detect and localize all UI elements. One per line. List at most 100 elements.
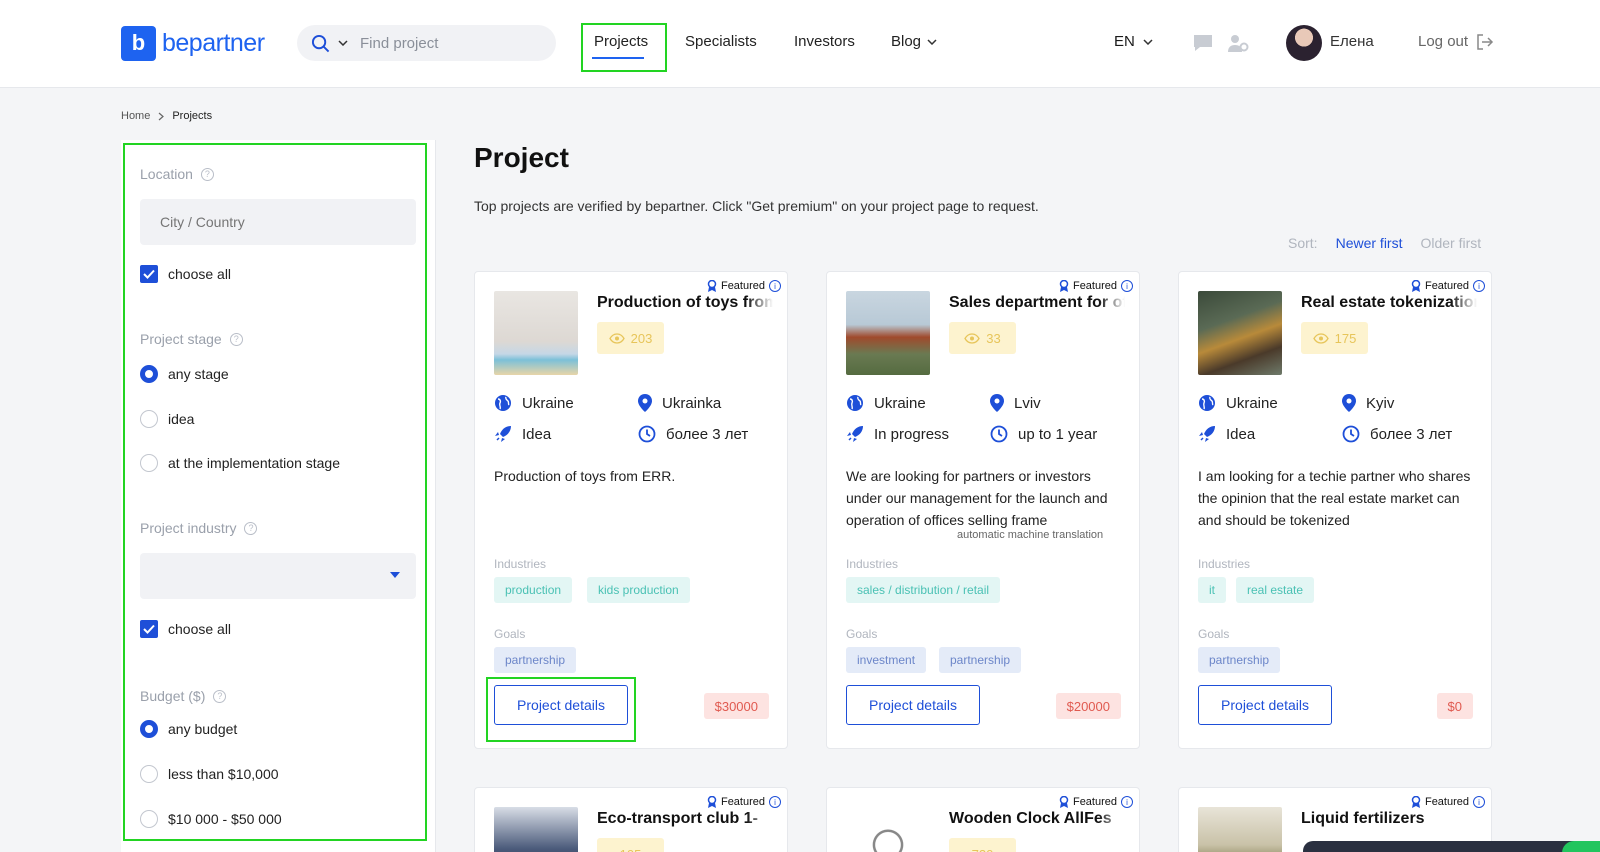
- project-thumbnail[interactable]: [1198, 291, 1282, 375]
- user-name[interactable]: Елена: [1330, 33, 1374, 50]
- bepartner-logo[interactable]: b bepartner: [121, 25, 265, 61]
- checkbox-checked-icon: [140, 620, 158, 638]
- featured-label: Featured: [1072, 280, 1117, 292]
- industries-label: Industries: [494, 557, 547, 571]
- duration-value: более 3 лет: [666, 425, 749, 443]
- nav-investors[interactable]: Investors: [794, 33, 855, 50]
- globe-icon: [847, 395, 863, 411]
- project-card[interactable]: Featured i Eco-transport club 1- 105: [474, 787, 788, 852]
- featured-badge: Featured i: [1059, 280, 1133, 292]
- help-icon[interactable]: ?: [213, 689, 227, 703]
- budget-option-10000-50000[interactable]: $10 000 - $50 000: [140, 810, 282, 828]
- stage-option-label: at the implementation stage: [168, 455, 340, 471]
- goal-tag[interactable]: partnership: [1198, 647, 1281, 673]
- project-thumbnail[interactable]: [1198, 807, 1282, 852]
- award-ribbon-icon: [1059, 280, 1069, 292]
- help-icon[interactable]: ?: [244, 521, 258, 535]
- view-count-value: 720: [972, 847, 994, 852]
- help-icon[interactable]: ?: [229, 332, 243, 346]
- info-icon[interactable]: i: [1473, 796, 1485, 808]
- project-thumbnail[interactable]: [494, 807, 578, 852]
- project-card[interactable]: Featured i Real estate tokenization 175 …: [1178, 271, 1492, 749]
- project-title[interactable]: Eco-transport club 1-: [597, 810, 773, 828]
- search-type-chevron-down-icon[interactable]: [338, 40, 348, 46]
- city-value: Ukrainka: [662, 394, 722, 412]
- industry-tag[interactable]: production: [494, 577, 573, 603]
- project-details-highlight: [486, 677, 636, 742]
- featured-badge: Featured i: [707, 280, 781, 292]
- info-icon[interactable]: i: [1473, 280, 1485, 292]
- sort-older-first[interactable]: Older first: [1420, 235, 1481, 251]
- goals-label: Goals: [846, 627, 878, 641]
- user-settings-icon[interactable]: [1227, 33, 1249, 53]
- nav-projects[interactable]: Projects: [594, 33, 648, 50]
- view-count: 203: [597, 322, 664, 354]
- sort-label: Sort:: [1288, 235, 1318, 251]
- map-pin-icon: [990, 394, 1004, 412]
- project-title[interactable]: Sales department for offices: [949, 294, 1125, 312]
- goal-tag[interactable]: partnership: [939, 647, 1022, 673]
- chat-widget[interactable]: [1303, 841, 1600, 852]
- help-icon[interactable]: ?: [200, 167, 214, 181]
- duration-meta: up to 1 year: [990, 425, 1097, 443]
- project-title[interactable]: Real estate tokenization: [1301, 294, 1477, 312]
- industry-filter-label: Project industry ?: [140, 520, 258, 536]
- industry-tag[interactable]: sales / distribution / retail: [846, 577, 1001, 603]
- eye-icon: [1312, 332, 1329, 344]
- industry-choose-all-checkbox[interactable]: choose all: [140, 620, 231, 638]
- stage-meta: In progress: [846, 425, 949, 443]
- info-icon[interactable]: i: [769, 796, 781, 808]
- map-pin-icon: [1342, 394, 1356, 412]
- budget-option-any[interactable]: any budget: [140, 720, 237, 738]
- messages-icon[interactable]: [1192, 33, 1214, 53]
- stage-option-idea[interactable]: idea: [140, 410, 194, 428]
- industry-tag[interactable]: real estate: [1236, 577, 1315, 603]
- view-count: 175: [1301, 322, 1368, 354]
- search-icon[interactable]: [311, 34, 330, 53]
- sort-newer-first[interactable]: Newer first: [1336, 235, 1403, 251]
- view-count: 105: [597, 838, 664, 852]
- project-details-button[interactable]: Project details: [1198, 685, 1332, 725]
- location-input[interactable]: [140, 199, 416, 245]
- location-choose-all-checkbox[interactable]: choose all: [140, 265, 231, 283]
- budget-option-under-10000[interactable]: less than $10,000: [140, 765, 279, 783]
- project-thumbnail[interactable]: [846, 807, 930, 852]
- checkbox-checked-icon: [140, 265, 158, 283]
- stage-option-any[interactable]: any stage: [140, 365, 229, 383]
- industry-tag[interactable]: kids production: [587, 577, 690, 603]
- language-selector[interactable]: EN: [1114, 33, 1153, 50]
- project-card[interactable]: Featured i Wooden Clock AllFes 720: [826, 787, 1140, 852]
- city-meta: Kyiv: [1342, 394, 1394, 412]
- goal-tag[interactable]: partnership: [494, 647, 577, 673]
- project-details-button[interactable]: Project details: [846, 685, 980, 725]
- award-ribbon-icon: [1059, 796, 1069, 808]
- user-avatar[interactable]: [1286, 25, 1322, 61]
- nav-specialists[interactable]: Specialists: [685, 33, 757, 50]
- breadcrumb-home[interactable]: Home: [121, 110, 150, 122]
- project-title[interactable]: Wooden Clock AllFes: [949, 810, 1125, 828]
- industry-tag[interactable]: it: [1198, 577, 1226, 603]
- project-title[interactable]: Production of toys from ERR: [597, 294, 773, 312]
- goal-tag[interactable]: investment: [846, 647, 927, 673]
- location-label-text: Location: [140, 166, 193, 182]
- project-card[interactable]: Featured i Sales department for offices …: [826, 271, 1140, 749]
- page-title: Project: [474, 142, 569, 173]
- stage-option-implementation[interactable]: at the implementation stage: [140, 454, 340, 472]
- project-thumbnail[interactable]: [494, 291, 578, 375]
- breadcrumb-current: Projects: [172, 110, 213, 122]
- info-icon[interactable]: i: [769, 280, 781, 292]
- industry-select[interactable]: [140, 553, 416, 599]
- top-header: b bepartner Projects Specialists Investo…: [0, 0, 1600, 88]
- duration-value: up to 1 year: [1018, 425, 1098, 443]
- featured-label: Featured: [1424, 796, 1469, 808]
- view-count: 720: [949, 838, 1016, 852]
- country-value: Ukraine: [874, 394, 926, 412]
- info-icon[interactable]: i: [1121, 796, 1133, 808]
- project-title[interactable]: Liquid fertilizers: [1301, 810, 1477, 828]
- nav-blog[interactable]: Blog: [891, 33, 937, 50]
- clock-icon: [990, 425, 1008, 443]
- search-input[interactable]: [360, 34, 520, 52]
- info-icon[interactable]: i: [1121, 280, 1133, 292]
- logout-button[interactable]: Log out: [1418, 33, 1494, 50]
- project-thumbnail[interactable]: [846, 291, 930, 375]
